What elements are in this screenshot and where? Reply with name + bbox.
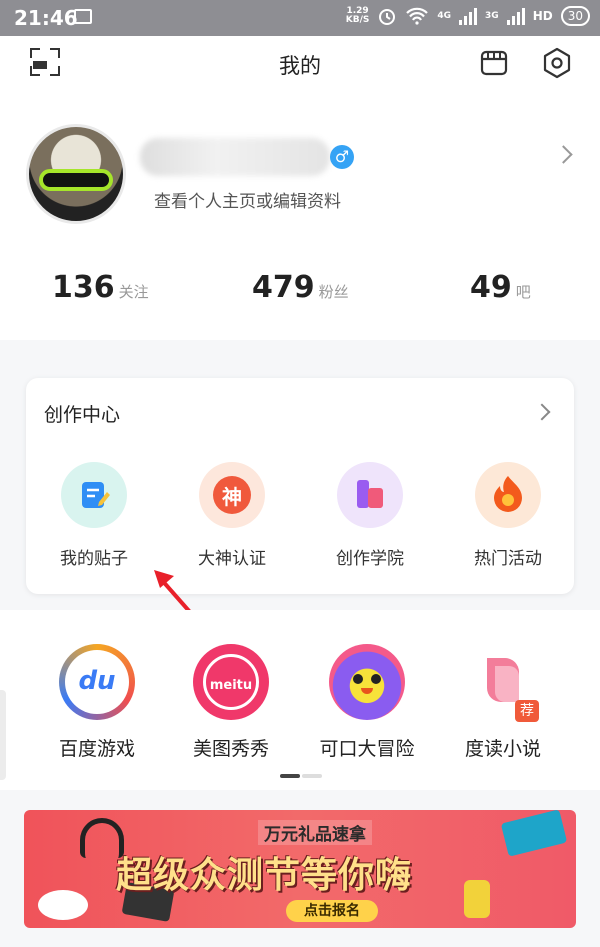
- recommend-badge: 荐: [515, 700, 539, 722]
- tool-creation-academy[interactable]: 创作学院: [310, 462, 430, 569]
- app-baidu-game[interactable]: du 百度游戏: [32, 644, 162, 761]
- status-time: 21:46: [14, 6, 78, 30]
- academy-icon: [337, 462, 403, 528]
- kekou-adventure-icon: [329, 644, 405, 720]
- profile-stats: 136 关注 479 粉丝 49 吧: [0, 270, 600, 310]
- signal-label-b: 3G: [485, 10, 499, 21]
- chevron-right-icon[interactable]: [554, 145, 573, 164]
- signal-bars-b-icon: [506, 7, 525, 25]
- tablet-decoration: [500, 810, 568, 857]
- dudu-novel-icon: 荐: [465, 644, 541, 722]
- avatar[interactable]: [26, 124, 126, 224]
- page-title: 我的: [279, 54, 321, 78]
- app-dudu-novel[interactable]: 荐 度读小说: [438, 644, 568, 761]
- speech-bubble-decoration: [38, 890, 88, 920]
- stat-bars[interactable]: 49 吧: [470, 270, 531, 305]
- banner-headline: 超级众测节等你嗨: [116, 855, 413, 896]
- signal-bars-a-icon: [459, 7, 478, 25]
- meitu-icon: meitu: [193, 644, 269, 720]
- edit-note-icon: [61, 462, 127, 528]
- banner-signup-button[interactable]: 点击报名: [286, 900, 378, 922]
- profile-edit-hint[interactable]: 查看个人主页或编辑资料: [154, 187, 341, 212]
- profile-section[interactable]: ♂ 查看个人主页或编辑资料 136 关注 479 粉丝 49 吧: [0, 90, 600, 340]
- shen-badge-icon: 神: [199, 462, 265, 528]
- stat-following[interactable]: 136 关注: [52, 270, 149, 305]
- tool-my-posts[interactable]: 我的贴子: [34, 462, 154, 569]
- store-icon[interactable]: [478, 46, 510, 78]
- promo-banner[interactable]: 万元礼品速拿 超级众测节等你嗨 点击报名: [24, 810, 576, 928]
- flame-icon: [475, 462, 541, 528]
- hd-indicator: HD: [532, 9, 553, 23]
- message-notification-icon: [74, 9, 92, 24]
- pager-dots: [280, 774, 322, 778]
- male-gender-icon: ♂: [330, 145, 354, 169]
- banner-small-text: 万元礼品速拿: [258, 820, 372, 845]
- top-bar: 我的: [0, 36, 600, 90]
- side-edge-handle[interactable]: [0, 690, 6, 780]
- stat-fans[interactable]: 479 粉丝: [252, 270, 349, 305]
- app-kekou-adventure[interactable]: 可口大冒险: [302, 644, 432, 761]
- status-bar: 21:46 1.29 KB/S 4G 3G HD 30: [0, 0, 600, 36]
- app-meitu[interactable]: meitu 美图秀秀: [166, 644, 296, 761]
- lamp-decoration: [464, 880, 490, 918]
- username-blurred: [140, 138, 330, 176]
- battery-icon: 30: [560, 6, 590, 26]
- tool-god-certification[interactable]: 神 大神认证: [172, 462, 292, 569]
- tool-hot-events[interactable]: 热门活动: [448, 462, 568, 569]
- alarm-icon: [379, 9, 396, 25]
- creation-center-title[interactable]: 创作中心: [44, 400, 120, 427]
- net-speed: 1.29 KB/S: [345, 6, 370, 25]
- status-right: 1.29 KB/S 4G 3G HD 30: [346, 6, 590, 26]
- apps-row: du 百度游戏 meitu 美图秀秀 可口大冒险 荐 度读小说: [0, 610, 600, 790]
- creation-center-card: 创作中心 我的贴子 神 大神认证 创作学院 热门活动: [26, 378, 574, 594]
- wifi-icon: [406, 7, 429, 25]
- settings-gear-icon[interactable]: [540, 46, 574, 80]
- signal-label-a: 4G: [437, 10, 452, 21]
- chevron-right-icon[interactable]: [533, 403, 551, 421]
- baidu-game-icon: du: [59, 644, 135, 720]
